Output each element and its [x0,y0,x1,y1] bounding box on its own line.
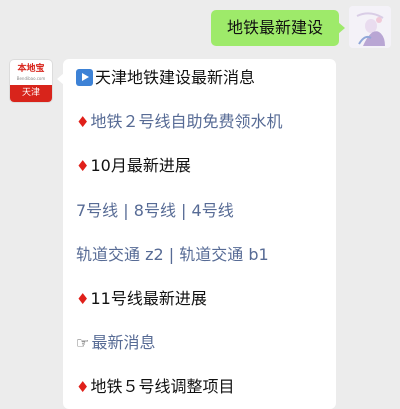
red-diamond-icon: ♦ [76,378,90,396]
line-4-link[interactable]: 4号线 [192,201,234,220]
account-avatar[interactable]: 本地宝 Bendibao.com 天津 [10,60,52,102]
transit-b1-link[interactable]: 轨道交通 b1 [179,245,268,264]
red-diamond-icon: ♦ [76,290,90,308]
outgoing-message-bubble: 地铁最新建设 [211,10,345,46]
menu-header: 天津地铁建设最新消息 [76,67,330,89]
play-button-icon [76,69,93,86]
transit-z2-link[interactable]: 轨道交通 z2 [76,245,164,264]
red-diamond-icon: ♦ [76,113,90,131]
pointing-hand-icon: ☞ [76,334,90,352]
menu-item-october: ♦10月最新进展 [76,155,330,177]
separator: | [181,201,187,220]
line-8-link[interactable]: 8号线 [134,201,176,220]
menu-card: 天津地铁建设最新消息 ♦地铁２号线自助免费领水机 ♦10月最新进展 7号线 | … [57,59,336,409]
menu-item-line11-text: 11号线最新进展 [90,289,207,308]
user-avatar[interactable] [349,6,391,48]
account-brand: 本地宝 [17,64,45,74]
menu-header-text: 天津地铁建设最新消息 [95,68,256,87]
menu-item-october-text: 10月最新进展 [90,156,191,175]
menu-transit-links: 轨道交通 z2 | 轨道交通 b1 [76,244,330,266]
menu-item-news[interactable]: ☞ 最新消息 [76,332,330,354]
account-city-label: 天津 [10,85,52,102]
menu-item-line5-text: 地铁５号线调整项目 [90,377,235,396]
account-subtitle: Bendibao.com [16,76,46,81]
menu-line-links: 7号线 | 8号线 | 4号线 [76,200,330,222]
line-7-link[interactable]: 7号线 [76,201,118,220]
separator: | [123,201,129,220]
menu-item-water-link[interactable]: 地铁２号线自助免费领水机 [90,112,282,131]
menu-item-line11: ♦11号线最新进展 [76,288,330,310]
red-diamond-icon: ♦ [76,157,90,175]
menu-item-news-link[interactable]: 最新消息 [91,333,155,352]
separator: | [168,245,175,264]
user-avatar-illustration [349,6,391,48]
menu-item-line5: ♦地铁５号线调整项目 [76,376,330,398]
menu-item-water[interactable]: ♦地铁２号线自助免费领水机 [76,111,330,133]
